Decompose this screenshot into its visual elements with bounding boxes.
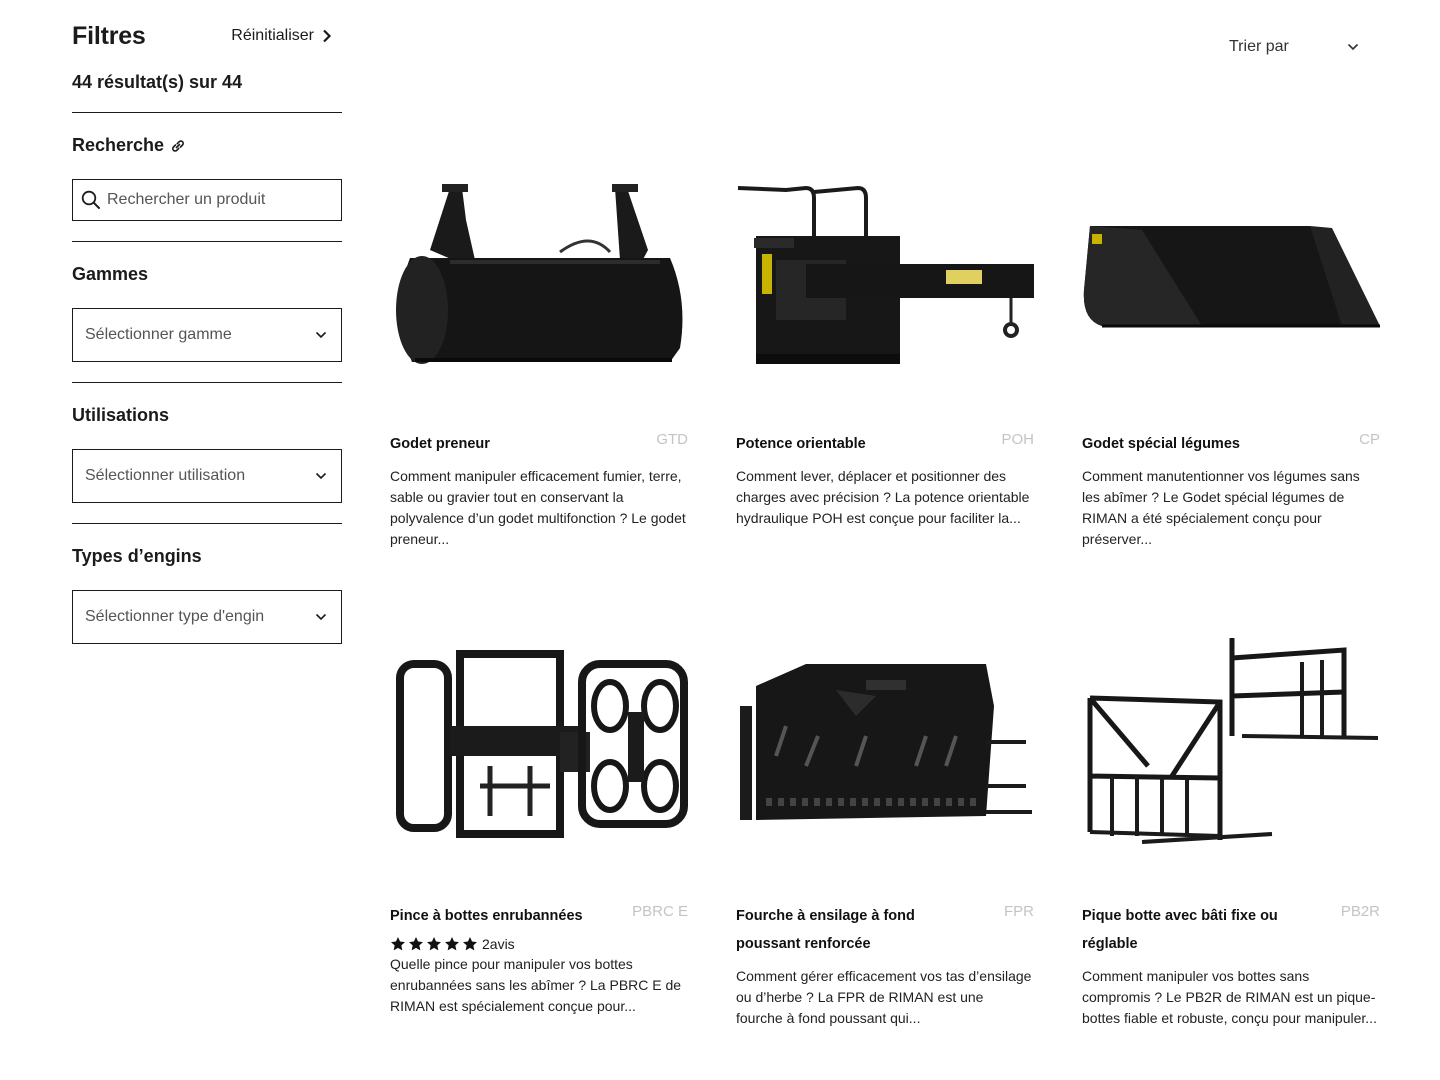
search-input[interactable] [107, 191, 327, 209]
reset-filters-link[interactable]: Réinitialiser [231, 27, 332, 45]
divider [72, 241, 342, 242]
product-title[interactable]: Pique botte avec bâti fixe ou réglable [1082, 902, 1312, 958]
card-header: Godet preneur GTD [390, 430, 688, 458]
star-icon [409, 937, 423, 951]
product-image-potence-orientable[interactable] [736, 170, 1034, 410]
star-icon [391, 937, 405, 951]
product-description: Comment manutentionner vos légumes sans … [1082, 468, 1360, 547]
type-engin-select-placeholder: Sélectionner type d'engin [85, 608, 265, 625]
product-description: Comment manipuler vos bottes sans compro… [1082, 968, 1377, 1026]
divider [72, 112, 342, 113]
chevron-down-icon [1347, 43, 1359, 51]
search-section-label: Recherche [72, 135, 165, 155]
product-card[interactable]: Pique botte avec bâti fixe ou réglable P… [1082, 636, 1380, 1029]
product-image-pique-botte[interactable] [1082, 636, 1380, 876]
product-card[interactable]: Pince à bottes enrubannées PBRC E 2avis … [390, 636, 688, 1017]
product-description: Comment gérer efficacement vos tas d’ens… [736, 968, 1032, 1026]
product-title[interactable]: Pince à bottes enrubannées [390, 902, 620, 930]
product-code: FPR [1004, 903, 1034, 920]
divider [72, 523, 342, 524]
product-image-fourche-ensilage[interactable] [736, 636, 1034, 876]
utilisation-select[interactable]: Sélectionner utilisation [72, 449, 342, 503]
sort-label: Trier par [1229, 38, 1289, 55]
product-image-godet-special-legumes[interactable] [1082, 170, 1380, 410]
product-description: Quelle pince pour manipuler vos bottes e… [390, 956, 682, 1014]
card-header: Godet spécial légumes CP [1082, 430, 1380, 458]
filters-header: Filtres Réinitialiser [72, 20, 342, 52]
product-title[interactable]: Potence orientable [736, 430, 966, 458]
product-card[interactable]: Fourche à ensilage à fond poussant renfo… [736, 636, 1034, 1029]
search-box [72, 179, 342, 221]
rating-stars [390, 936, 478, 952]
utilisation-select-placeholder: Sélectionner utilisation [85, 467, 246, 484]
product-title[interactable]: Godet spécial légumes [1082, 430, 1312, 458]
product-card[interactable]: Godet spécial légumes CP Comment manuten… [1082, 170, 1380, 550]
gamme-select[interactable]: Sélectionner gamme [72, 308, 342, 362]
reviews-count[interactable]: 2avis [482, 936, 515, 952]
product-image-pince-bottes-enrubannees[interactable] [390, 636, 688, 876]
link-icon[interactable] [170, 139, 186, 153]
chevron-down-icon [315, 331, 327, 339]
gammes-title: Gammes [72, 264, 149, 284]
filters-sidebar: Filtres Réinitialiser 44 résultat(s) sur… [72, 20, 342, 644]
star-icon [445, 937, 459, 951]
reset-label: Réinitialiser [231, 27, 314, 44]
product-code: PBRC E [632, 903, 688, 920]
product-title[interactable]: Godet preneur [390, 430, 620, 458]
type-engin-select[interactable]: Sélectionner type d'engin [72, 590, 342, 644]
product-rating[interactable]: 2avis [390, 936, 688, 952]
search-icon [81, 190, 100, 209]
product-code: GTD [656, 431, 688, 448]
gamme-select-placeholder: Sélectionner gamme [85, 326, 232, 343]
card-header: Potence orientable POH [736, 430, 1034, 458]
sort-dropdown[interactable]: Trier par [1229, 38, 1359, 56]
product-title[interactable]: Fourche à ensilage à fond poussant renfo… [736, 902, 966, 958]
star-icon [427, 937, 441, 951]
utilisations-title: Utilisations [72, 405, 170, 425]
search-section-title: Recherche [72, 135, 342, 156]
filters-title: Filtres [72, 21, 146, 50]
card-header: Pince à bottes enrubannées PBRC E [390, 902, 688, 930]
product-description: Comment lever, déplacer et positionner d… [736, 468, 1030, 526]
product-card[interactable]: Godet preneur GTD Comment manipuler effi… [390, 170, 688, 550]
star-icon [463, 937, 477, 951]
chevron-down-icon [315, 472, 327, 480]
types-title: Types d’engins [72, 546, 202, 566]
product-description: Comment manipuler efficacement fumier, t… [390, 468, 686, 547]
results-count: 44 résultat(s) sur 44 [72, 72, 243, 92]
chevron-down-icon [315, 613, 327, 621]
product-image-godet-preneur[interactable] [390, 170, 688, 410]
product-card[interactable]: Potence orientable POH Comment lever, dé… [736, 170, 1034, 529]
product-code: CP [1359, 431, 1380, 448]
chevron-right-icon [323, 29, 332, 43]
product-code: PB2R [1340, 903, 1380, 920]
card-header: Pique botte avec bâti fixe ou réglable P… [1082, 902, 1380, 958]
product-code: POH [1001, 431, 1034, 448]
card-header: Fourche à ensilage à fond poussant renfo… [736, 902, 1034, 958]
divider [72, 382, 342, 383]
